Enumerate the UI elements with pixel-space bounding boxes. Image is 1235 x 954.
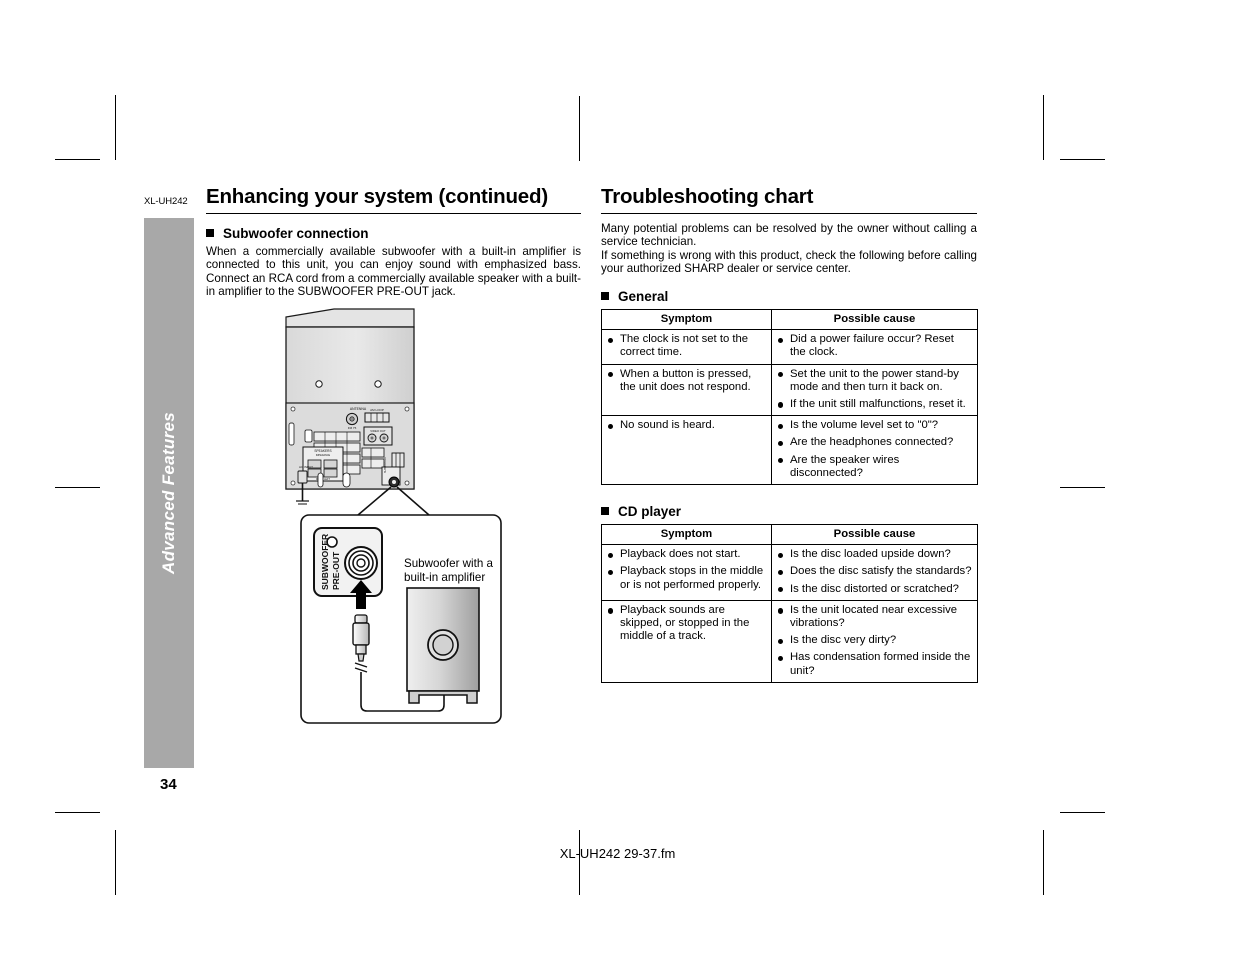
crop-mark-mid-left-horizontal — [55, 487, 100, 488]
model-label: XL-UH242 — [144, 196, 188, 207]
column-header-symptom: Symptom — [601, 308, 772, 331]
subwoofer-callout-box: SUBWOOFER PRE-OUT Subwoofer with a built… — [300, 514, 502, 724]
list-item: Does the disc satisfy the standards? — [777, 565, 972, 578]
manual-page: XL-UH242 Advanced Features 34 Enhancing … — [0, 0, 1235, 954]
symptom-cell: The clock is not set to the correct time… — [601, 329, 772, 365]
footer-filename: XL-UH242 29-37.fm — [559, 846, 676, 861]
symptom-cell: Playback sounds are skipped, or stopped … — [601, 599, 772, 683]
svg-text:AC INPUT: AC INPUT — [299, 465, 313, 469]
crop-mark-bottom-center-vertical — [579, 830, 580, 895]
list-item: Playback sounds are skipped, or stopped … — [607, 604, 766, 644]
list-item: Has condensation formed inside the unit? — [777, 651, 972, 677]
svg-text:FM 75: FM 75 — [348, 426, 357, 430]
square-bullet-icon — [601, 291, 609, 300]
cd-player-troubleshooting-table: Symptom Possible cause Playback does not… — [601, 523, 978, 683]
list-item: Set the unit to the power stand-by mode … — [777, 368, 972, 394]
crop-mark-top-center-vertical — [579, 96, 580, 161]
list-item: Are the speaker wires disconnected? — [777, 454, 972, 480]
table-header-row: Symptom Possible cause — [601, 523, 978, 546]
crop-mark-top-left-vertical — [115, 95, 116, 160]
troubleshooting-intro-2: If something is wrong with this product,… — [601, 248, 977, 276]
square-bullet-icon — [206, 228, 214, 237]
subsection-heading-subwoofer: Subwoofer connection — [206, 226, 581, 241]
title-rule-right — [601, 212, 977, 214]
subsection-heading-cd-player: CD player — [601, 504, 977, 519]
list-item: Is the unit located near excessive vibra… — [777, 604, 972, 630]
list-item: Did a power failure occur? Reset the clo… — [777, 333, 972, 359]
crop-mark-mid-right-horizontal — [1060, 487, 1105, 488]
crop-mark-bottom-right-vertical — [1043, 830, 1044, 895]
list-item: When a button is pressed, the unit does … — [607, 368, 766, 394]
cause-cell: Set the unit to the power stand-by mode … — [771, 363, 978, 417]
crop-mark-top-right-vertical — [1043, 95, 1044, 160]
column-header-possible-cause: Possible cause — [771, 308, 978, 331]
footer-filename-wrap: XL-UH242 29-37.fm — [0, 846, 1235, 861]
cause-cell: Did a power failure occur? Reset the clo… — [771, 329, 978, 365]
left-column: Enhancing your system (continued) Subwoo… — [206, 185, 581, 299]
page-title-right: Troubleshooting chart — [601, 185, 814, 208]
symptom-cell: When a button is pressed, the unit does … — [601, 363, 772, 417]
list-item: Is the disc very dirty? — [777, 634, 972, 647]
table-row: When a button is pressed, the unit does … — [601, 363, 978, 417]
column-header-symptom: Symptom — [601, 523, 772, 546]
callout-label-line1: Subwoofer with a — [404, 557, 493, 570]
table-header-row: Symptom Possible cause — [601, 308, 978, 331]
cause-cell: Is the disc loaded upside down? Does the… — [771, 544, 978, 601]
cause-cell: Is the volume level set to "0"? Are the … — [771, 415, 978, 485]
callout-label-line2: built-in amplifier — [404, 571, 485, 584]
list-item: No sound is heard. — [607, 419, 766, 432]
subwoofer-illustration — [406, 587, 480, 704]
title-rule-left — [206, 212, 581, 214]
list-item: Is the disc loaded upside down? — [777, 548, 972, 561]
subsection-heading-label: Subwoofer connection — [223, 225, 369, 241]
table-row: Playback sounds are skipped, or stopped … — [601, 599, 978, 683]
crop-mark-top-right-horizontal — [1060, 159, 1105, 160]
troubleshooting-intro-1: Many potential problems can be resolved … — [601, 221, 977, 249]
list-item: The clock is not set to the correct time… — [607, 333, 766, 359]
column-header-possible-cause: Possible cause — [771, 523, 978, 546]
figure-leader-lines — [357, 486, 430, 516]
list-item: Is the disc distorted or scratched? — [777, 583, 972, 596]
page-title-left: Enhancing your system (continued) — [206, 185, 548, 208]
svg-text:SUBWOOFER: SUBWOOFER — [320, 534, 330, 590]
stereo-rear-panel-illustration: ANTENNA FM 75 AM LOOP VIDEO OUT SPEAKERS… — [285, 308, 415, 505]
subwoofer-connection-figure: ANTENNA FM 75 AM LOOP VIDEO OUT SPEAKERS… — [206, 305, 581, 735]
list-item: If the unit still malfunctions, reset it… — [777, 398, 972, 411]
svg-text:PRE-OUT: PRE-OUT — [331, 551, 341, 590]
subsection-heading-general: General — [601, 289, 977, 304]
subsection-heading-general-label: General — [618, 288, 669, 304]
table-row: The clock is not set to the correct time… — [601, 329, 978, 365]
crop-mark-top-left-horizontal — [55, 159, 100, 160]
svg-text:VIDEO OUT: VIDEO OUT — [370, 429, 386, 433]
list-item: Playback stops in the middle or is not p… — [607, 565, 766, 591]
svg-text:ANTENNA: ANTENNA — [350, 407, 367, 411]
crop-mark-bottom-left-horizontal — [55, 812, 100, 813]
page-number: 34 — [160, 776, 177, 793]
list-item: Is the volume level set to "0"? — [777, 419, 972, 432]
subwoofer-body-text: When a commercially available subwoofer … — [206, 244, 581, 299]
table-row: Playback does not start. Playback stops … — [601, 544, 978, 601]
symptom-cell: No sound is heard. — [601, 415, 772, 485]
sidebar-chapter-tab-label: Advanced Features — [159, 412, 178, 574]
crop-mark-bottom-right-horizontal — [1060, 812, 1105, 813]
svg-text:SUBWOOFER: SUBWOOFER — [384, 457, 387, 473]
right-column: Troubleshooting chart Many potential pro… — [601, 185, 978, 683]
crop-mark-bottom-left-vertical — [115, 830, 116, 895]
svg-text:IMPEDANCE: IMPEDANCE — [316, 454, 331, 457]
sidebar-chapter-tab: Advanced Features — [144, 218, 194, 768]
square-bullet-icon — [601, 506, 609, 515]
svg-text:AM LOOP: AM LOOP — [370, 408, 384, 412]
list-item: Are the headphones connected? — [777, 436, 972, 449]
cause-cell: Is the unit located near excessive vibra… — [771, 599, 978, 683]
table-row: No sound is heard. Is the volume level s… — [601, 415, 978, 485]
list-item: Playback does not start. — [607, 548, 766, 561]
symptom-cell: Playback does not start. Playback stops … — [601, 544, 772, 601]
general-troubleshooting-table: Symptom Possible cause The clock is not … — [601, 308, 978, 485]
svg-text:SPEAKERS: SPEAKERS — [314, 449, 331, 453]
subsection-heading-cd-player-label: CD player — [618, 503, 682, 519]
